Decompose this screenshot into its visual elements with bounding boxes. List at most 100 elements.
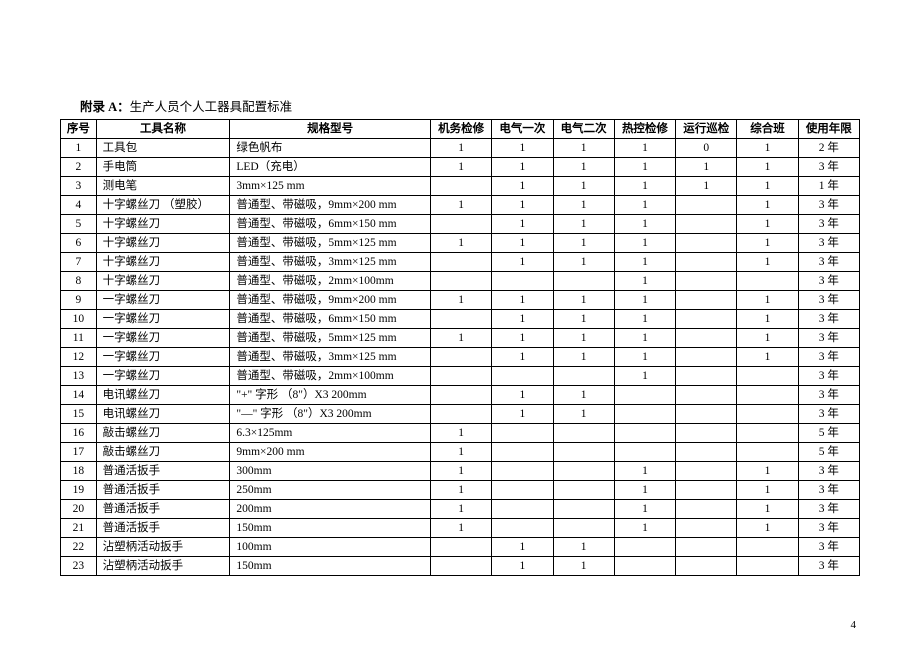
td-name: 敲击螺丝刀 bbox=[96, 424, 230, 443]
td-v6: 1 bbox=[737, 215, 798, 234]
td-idx: 9 bbox=[61, 291, 97, 310]
table-row: 10一字螺丝刀普通型、带磁吸，6mm×150 mm11113 年 bbox=[61, 310, 860, 329]
td-v3: 1 bbox=[553, 158, 614, 177]
td-idx: 13 bbox=[61, 367, 97, 386]
td-spec: 200mm bbox=[230, 500, 431, 519]
td-idx: 6 bbox=[61, 234, 97, 253]
td-v1: 1 bbox=[430, 481, 491, 500]
td-v4: 1 bbox=[614, 310, 675, 329]
td-v2: 1 bbox=[492, 291, 553, 310]
td-v4 bbox=[614, 405, 675, 424]
td-v4: 1 bbox=[614, 367, 675, 386]
td-v5 bbox=[676, 310, 737, 329]
table-row: 5十字螺丝刀普通型、带磁吸，6mm×150 mm11113 年 bbox=[61, 215, 860, 234]
td-v5 bbox=[676, 253, 737, 272]
td-v3: 1 bbox=[553, 557, 614, 576]
td-idx: 12 bbox=[61, 348, 97, 367]
td-life: 3 年 bbox=[798, 272, 859, 291]
td-v5: 0 bbox=[676, 139, 737, 158]
td-idx: 16 bbox=[61, 424, 97, 443]
td-idx: 7 bbox=[61, 253, 97, 272]
td-spec: 普通型、带磁吸，9mm×200 mm bbox=[230, 196, 431, 215]
td-v5 bbox=[676, 424, 737, 443]
td-v4: 1 bbox=[614, 519, 675, 538]
td-name: 普通活扳手 bbox=[96, 462, 230, 481]
td-v4: 1 bbox=[614, 139, 675, 158]
td-life: 3 年 bbox=[798, 253, 859, 272]
td-v2: 1 bbox=[492, 329, 553, 348]
td-v5 bbox=[676, 272, 737, 291]
td-v2: 1 bbox=[492, 139, 553, 158]
th-c5: 运行巡检 bbox=[676, 120, 737, 139]
td-name: 十字螺丝刀 bbox=[96, 215, 230, 234]
td-v1: 1 bbox=[430, 443, 491, 462]
td-v1 bbox=[430, 177, 491, 196]
td-v6: 1 bbox=[737, 500, 798, 519]
td-name: 一字螺丝刀 bbox=[96, 329, 230, 348]
page-title: 附录 A：生产人员个人工器具配置标准 bbox=[60, 96, 860, 115]
td-v1 bbox=[430, 310, 491, 329]
td-idx: 8 bbox=[61, 272, 97, 291]
td-v3 bbox=[553, 272, 614, 291]
td-v5 bbox=[676, 329, 737, 348]
td-v6 bbox=[737, 538, 798, 557]
td-v3: 1 bbox=[553, 291, 614, 310]
td-spec: 普通型、带磁吸，2mm×100mm bbox=[230, 367, 431, 386]
td-v2: 1 bbox=[492, 310, 553, 329]
td-v5 bbox=[676, 443, 737, 462]
td-v4: 1 bbox=[614, 329, 675, 348]
table-row: 11一字螺丝刀普通型、带磁吸，5mm×125 mm111113 年 bbox=[61, 329, 860, 348]
th-c1: 机务检修 bbox=[430, 120, 491, 139]
table-row: 23沾塑柄活动扳手150mm113 年 bbox=[61, 557, 860, 576]
td-v5 bbox=[676, 196, 737, 215]
td-spec: 150mm bbox=[230, 557, 431, 576]
th-c3: 电气二次 bbox=[553, 120, 614, 139]
td-v3 bbox=[553, 443, 614, 462]
td-v4 bbox=[614, 538, 675, 557]
td-v2 bbox=[492, 424, 553, 443]
table-row: 16敲击螺丝刀6.3×125mm15 年 bbox=[61, 424, 860, 443]
table-row: 12一字螺丝刀普通型、带磁吸，3mm×125 mm11113 年 bbox=[61, 348, 860, 367]
td-spec: 普通型、带磁吸，3mm×125 mm bbox=[230, 348, 431, 367]
td-v5 bbox=[676, 538, 737, 557]
td-life: 3 年 bbox=[798, 557, 859, 576]
td-v3: 1 bbox=[553, 253, 614, 272]
td-v6: 1 bbox=[737, 291, 798, 310]
td-name: 十字螺丝刀 （塑胶） bbox=[96, 196, 230, 215]
td-name: 电讯螺丝刀 bbox=[96, 405, 230, 424]
td-spec: 普通型、带磁吸，5mm×125 mm bbox=[230, 234, 431, 253]
title-rest: 生产人员个人工器具配置标准 bbox=[130, 100, 293, 114]
td-v1: 1 bbox=[430, 500, 491, 519]
td-life: 3 年 bbox=[798, 291, 859, 310]
td-v5 bbox=[676, 291, 737, 310]
td-spec: 3mm×125 mm bbox=[230, 177, 431, 196]
td-v4: 1 bbox=[614, 196, 675, 215]
title-prefix: 附录 A： bbox=[80, 100, 130, 114]
td-name: 十字螺丝刀 bbox=[96, 272, 230, 291]
td-v6: 1 bbox=[737, 329, 798, 348]
td-idx: 4 bbox=[61, 196, 97, 215]
table-row: 13一字螺丝刀普通型、带磁吸，2mm×100mm13 年 bbox=[61, 367, 860, 386]
td-v6: 1 bbox=[737, 139, 798, 158]
td-v3: 1 bbox=[553, 234, 614, 253]
td-v2: 1 bbox=[492, 234, 553, 253]
td-life: 3 年 bbox=[798, 215, 859, 234]
td-v5 bbox=[676, 557, 737, 576]
td-life: 3 年 bbox=[798, 310, 859, 329]
td-v4: 1 bbox=[614, 215, 675, 234]
td-life: 1 年 bbox=[798, 177, 859, 196]
td-v1: 1 bbox=[430, 329, 491, 348]
td-life: 3 年 bbox=[798, 196, 859, 215]
td-v1 bbox=[430, 557, 491, 576]
td-v6 bbox=[737, 386, 798, 405]
td-v4 bbox=[614, 424, 675, 443]
td-idx: 10 bbox=[61, 310, 97, 329]
td-idx: 19 bbox=[61, 481, 97, 500]
td-v6: 1 bbox=[737, 348, 798, 367]
th-c6: 综合班 bbox=[737, 120, 798, 139]
td-life: 3 年 bbox=[798, 329, 859, 348]
td-v1: 1 bbox=[430, 234, 491, 253]
td-name: 手电筒 bbox=[96, 158, 230, 177]
td-v1: 1 bbox=[430, 291, 491, 310]
td-life: 2 年 bbox=[798, 139, 859, 158]
